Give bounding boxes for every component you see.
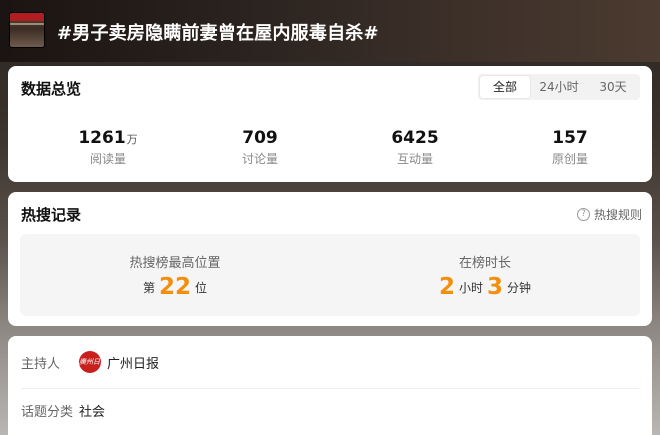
stat-value: 6425 <box>391 128 439 148</box>
host-link[interactable]: 廣州日報 广州日报 <box>79 351 159 373</box>
host-name: 广州日报 <box>107 356 160 372</box>
question-icon: ? <box>576 208 590 221</box>
stat-discussions: 709 讨论量 <box>200 128 320 167</box>
stat-label: 讨论量 <box>241 152 278 166</box>
category-label: 话题分类 <box>21 405 74 420</box>
stats-row: 1261万 阅读量 709 讨论量 6425 互动量 157 原创量 <box>8 128 652 168</box>
stat-interactions: 6425 互动量 <box>355 128 475 167</box>
topic-title: #男子卖房隐瞒前妻曾在屋内服毒自杀# <box>57 23 379 44</box>
highest-position: 热搜榜最高位置 第 22 位 <box>20 234 330 316</box>
highest-position-label: 热搜榜最高位置 <box>129 256 221 271</box>
duration-label: 在榜时长 <box>458 256 511 271</box>
hot-search-rules-link[interactable]: ? 热搜规则 <box>576 206 642 223</box>
category-value: 社会 <box>79 405 106 420</box>
duration-hours: 2 <box>438 274 455 300</box>
stat-originals: 157 原创量 <box>510 128 630 167</box>
host-label: 主持人 <box>21 356 61 372</box>
overview-card: 数据总览 全部 24小时 30天 1261万 阅读量 709 讨论量 6425 … <box>8 66 652 182</box>
hot-search-title: 热搜记录 <box>21 206 82 224</box>
position-suffix: 位 <box>195 281 208 295</box>
tab-24h[interactable]: 24小时 <box>534 76 584 98</box>
duration-minutes-unit: 分钟 <box>507 281 532 295</box>
duration-hours-unit: 小时 <box>458 281 483 295</box>
position-prefix: 第 <box>142 281 155 295</box>
overview-title: 数据总览 <box>21 80 82 98</box>
hot-search-card: 热搜记录 ? 热搜规则 热搜榜最高位置 第 22 位 在榜时长 2 小时 3 分钟 <box>8 192 652 326</box>
stat-label: 阅读量 <box>89 152 126 166</box>
stat-unit: 万 <box>126 133 138 146</box>
rules-label: 热搜规则 <box>593 208 642 222</box>
host-avatar: 廣州日報 <box>79 351 101 373</box>
stat-reads: 1261万 阅读量 <box>48 128 168 167</box>
stat-value: 709 <box>242 128 278 148</box>
time-range-tabs: 全部 24小时 30天 <box>478 74 640 100</box>
stat-label: 原创量 <box>551 152 588 166</box>
host-row: 主持人 廣州日報 广州日报 <box>21 340 639 384</box>
on-list-duration: 在榜时长 2 小时 3 分钟 <box>330 234 640 316</box>
stat-value: 1261 <box>78 128 126 148</box>
source-watermark: 搜狐号 | 北京泽达律师事务所 <box>483 410 652 425</box>
position-value: 22 <box>158 274 191 300</box>
stat-label: 互动量 <box>396 152 433 166</box>
topic-header: #男子卖房隐瞒前妻曾在屋内服毒自杀# <box>0 0 660 62</box>
hot-search-stats: 热搜榜最高位置 第 22 位 在榜时长 2 小时 3 分钟 <box>20 234 640 316</box>
tab-30d[interactable]: 30天 <box>588 76 638 98</box>
topic-thumbnail[interactable] <box>9 12 45 48</box>
tab-all[interactable]: 全部 <box>480 76 530 98</box>
duration-minutes: 3 <box>487 274 504 300</box>
stat-value: 157 <box>552 128 588 148</box>
